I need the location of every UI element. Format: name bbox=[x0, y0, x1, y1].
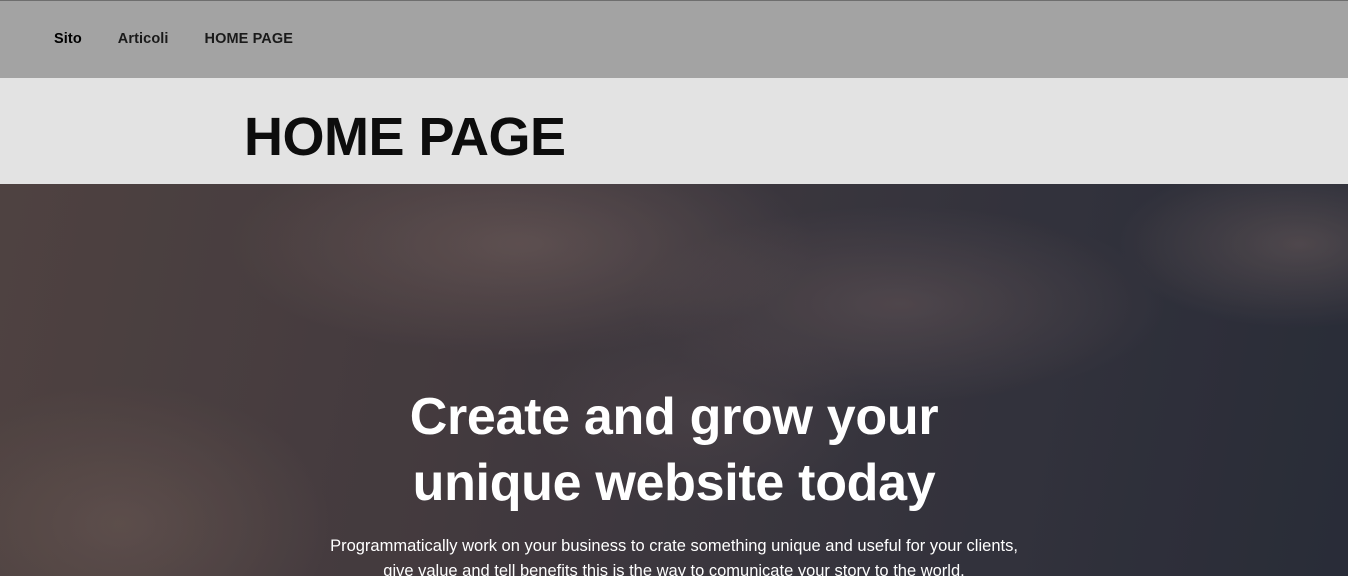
hero-description: Programmatically work on your business t… bbox=[0, 534, 1348, 576]
nav-item-home-page[interactable]: HOME PAGE bbox=[205, 31, 293, 47]
main-menu: Sito Articoli HOME PAGE bbox=[54, 31, 329, 47]
page-title: HOME PAGE bbox=[244, 107, 566, 167]
page-title-band: HOME PAGE bbox=[0, 78, 1348, 184]
nav-item-articoli[interactable]: Articoli bbox=[118, 31, 169, 47]
hero-background-image bbox=[0, 184, 1348, 576]
hero-description-line-2: give value and tell benefits this is the… bbox=[383, 562, 965, 576]
hero-description-line-1: Programmatically work on your business t… bbox=[330, 537, 1018, 555]
hero-heading: Create and grow your unique website toda… bbox=[0, 384, 1348, 516]
hero-section: Create and grow your unique website toda… bbox=[0, 184, 1348, 576]
site-brand-link[interactable]: Sito bbox=[54, 31, 82, 47]
hero-heading-line-2: unique website today bbox=[412, 454, 936, 512]
hero-heading-line-1: Create and grow your bbox=[409, 388, 939, 446]
top-navigation-bar: Sito Articoli HOME PAGE bbox=[0, 0, 1348, 79]
